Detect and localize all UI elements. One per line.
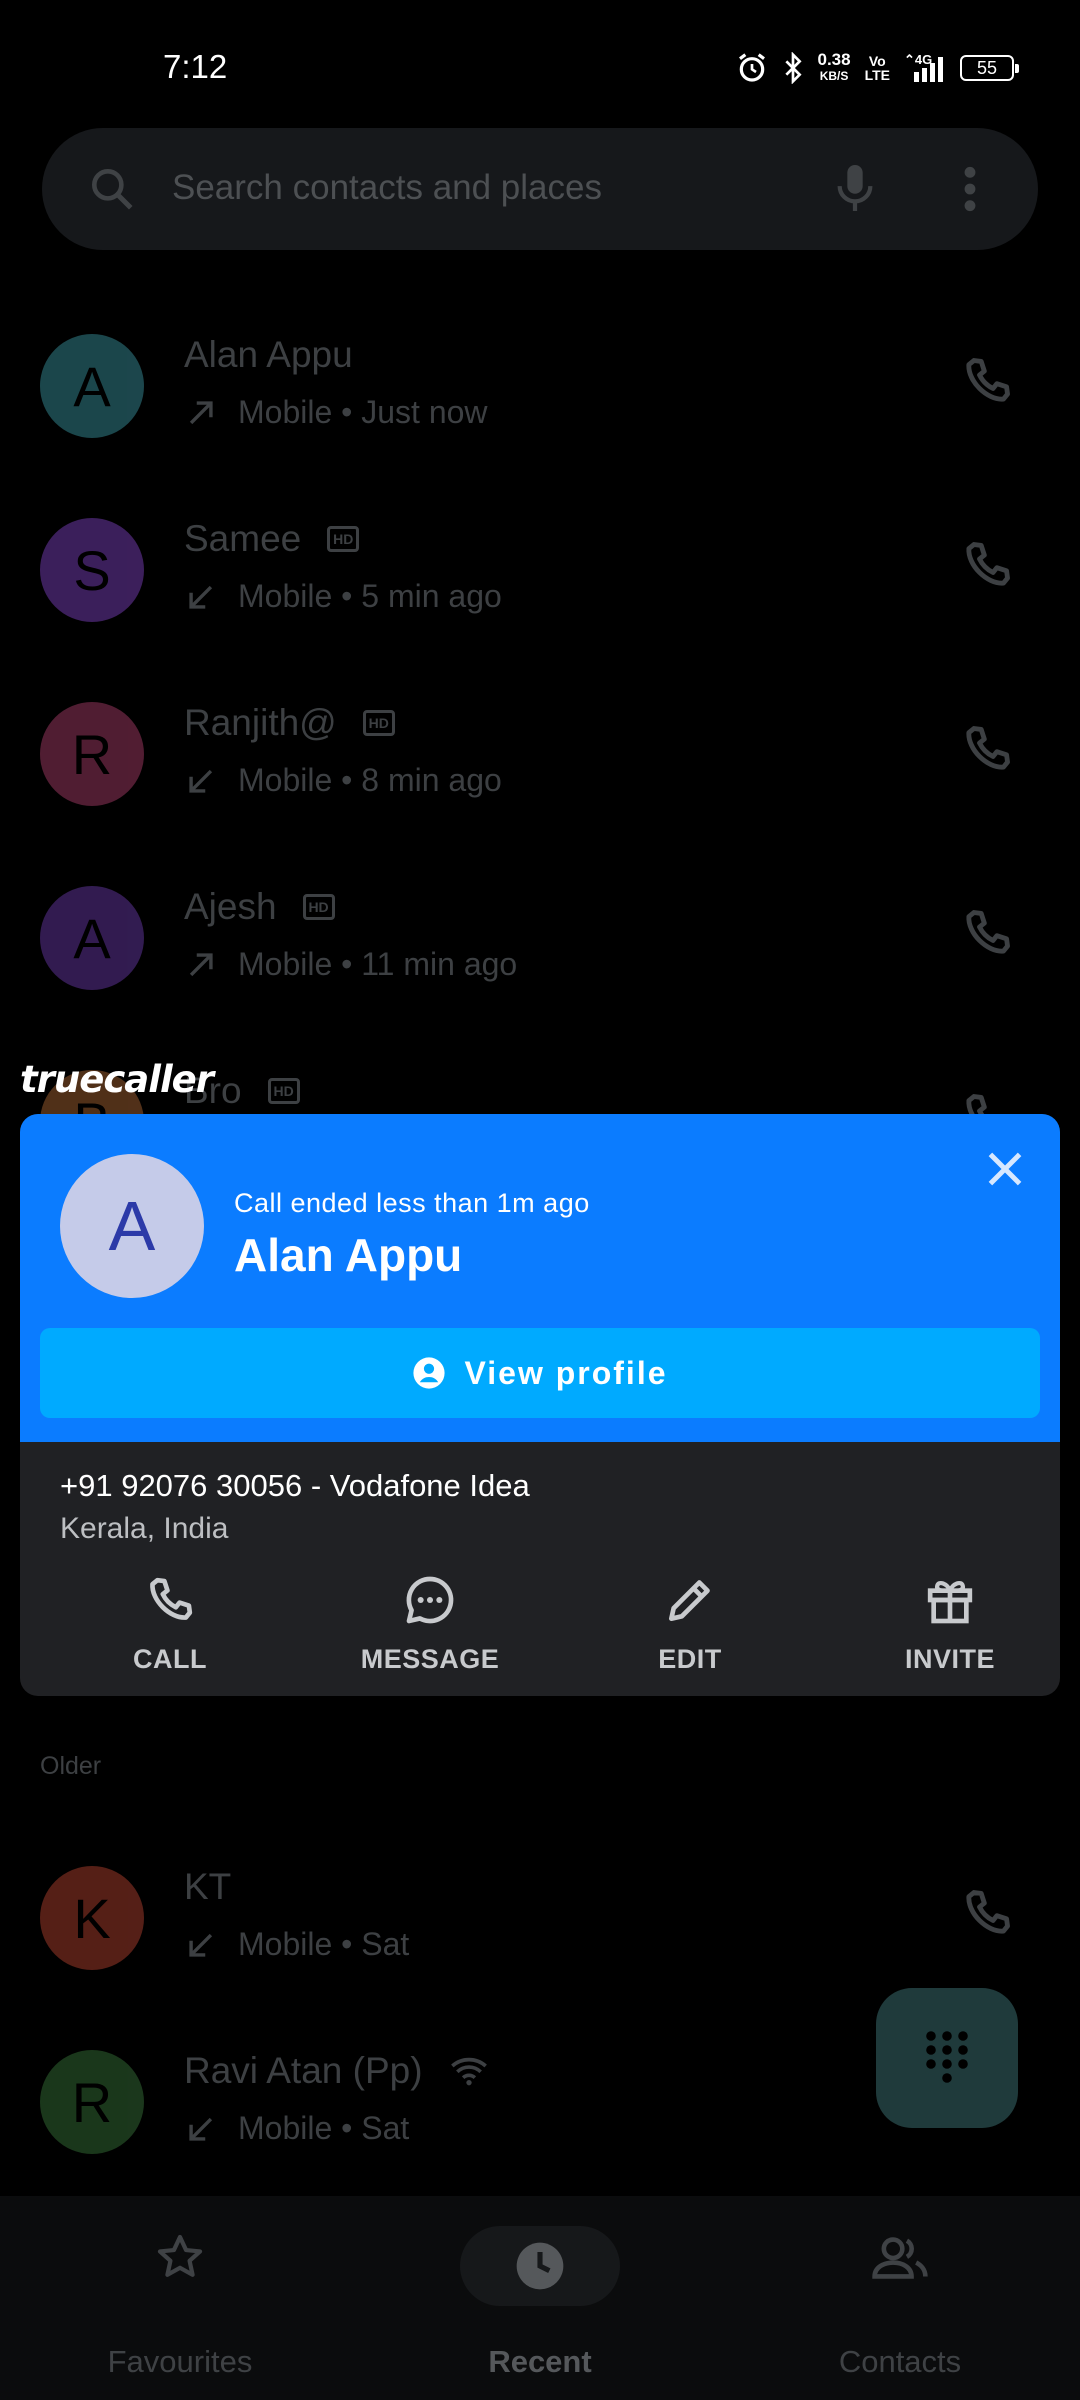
contact-name: Samee HD — [184, 518, 360, 560]
call-button[interactable]: CALL — [70, 1572, 270, 1682]
nav-label: Contacts — [838, 2344, 962, 2379]
nav-contacts[interactable]: Contacts — [720, 2196, 1080, 2400]
hd-icon: HD — [267, 1078, 300, 1104]
wifi-call-icon — [450, 2057, 487, 2086]
call-detail: Mobile • Sat — [184, 1926, 409, 1963]
avatar: A — [40, 886, 144, 990]
dialpad-icon — [926, 2031, 968, 2083]
truecaller-logo: truecaller — [20, 1058, 214, 1101]
call-detail: Mobile • Just now — [184, 394, 488, 431]
call-detail: Mobile • 8 min ago — [184, 762, 502, 799]
incoming-call-icon — [189, 769, 213, 793]
search-icon — [92, 169, 133, 210]
caller-actions: CALL MESSAGE EDIT INVITE — [20, 1572, 1060, 1682]
caller-header: A Call ended less than 1m ago Alan Appu … — [20, 1114, 1060, 1442]
call-row[interactable]: R Ranjith@ HD Mobile • 8 min ago — [0, 662, 1080, 846]
avatar: S — [40, 518, 144, 622]
incoming-call-icon — [189, 2117, 213, 2141]
nav-favourites[interactable]: Favourites — [0, 2196, 360, 2400]
outgoing-call-icon — [189, 400, 213, 424]
view-profile-label: View profile — [464, 1354, 668, 1391]
bottom-navigation: Favourites Recent Contacts — [0, 2196, 1080, 2400]
incoming-call-icon — [189, 585, 213, 609]
avatar: K — [40, 1866, 144, 1970]
dialpad-fab[interactable] — [876, 1988, 1018, 2128]
contact-name: Ravi Atan (Pp) — [184, 2050, 489, 2092]
phone-icon — [150, 1577, 193, 1620]
call-row[interactable]: S Samee HD Mobile • 5 min ago — [0, 478, 1080, 662]
search-bar[interactable]: Search contacts and places — [42, 128, 1038, 250]
people-icon — [872, 2237, 928, 2279]
call-detail: Mobile • 11 min ago — [184, 946, 517, 983]
contact-name: Alan Appu — [184, 334, 353, 375]
caller-number: +91 92076 30056 - Vodafone Idea — [60, 1468, 530, 1503]
phone-icon[interactable] — [958, 720, 1016, 778]
hd-icon: HD — [362, 710, 395, 736]
avatar: R — [40, 2050, 144, 2154]
incoming-call-icon — [189, 1933, 213, 1957]
view-profile-button[interactable]: View profile — [40, 1328, 1040, 1418]
phone-icon[interactable] — [958, 352, 1016, 410]
pencil-icon — [669, 1580, 710, 1621]
contact-name: Ranjith@ HD — [184, 702, 395, 744]
call-row[interactable]: A Alan Appu Mobile • Just now — [0, 294, 1080, 478]
edit-button[interactable]: EDIT — [590, 1572, 790, 1682]
message-button[interactable]: MESSAGE — [330, 1572, 530, 1682]
outgoing-call-icon — [189, 952, 213, 976]
contact-name: Ajesh HD — [184, 886, 335, 928]
phone-icon[interactable] — [958, 904, 1016, 962]
invite-label: INVITE — [904, 1644, 995, 1674]
star-icon — [157, 2234, 203, 2277]
mic-icon[interactable] — [832, 160, 878, 216]
nav-label: Recent — [488, 2344, 592, 2379]
contact-name: KT — [184, 1866, 232, 1907]
call-status: Call ended less than 1m ago — [234, 1188, 590, 1218]
caller-name: Alan Appu — [234, 1229, 463, 1281]
message-label: MESSAGE — [360, 1644, 500, 1674]
call-detail: Mobile • 5 min ago — [184, 578, 502, 615]
invite-button[interactable]: INVITE — [850, 1572, 1050, 1682]
more-options-icon[interactable] — [960, 164, 980, 214]
search-input[interactable]: Search contacts and places — [172, 168, 602, 208]
edit-label: EDIT — [658, 1644, 722, 1674]
hd-icon: HD — [302, 894, 335, 920]
clock-icon — [516, 2242, 564, 2290]
phone-icon[interactable] — [958, 536, 1016, 594]
hd-icon: HD — [327, 526, 360, 552]
section-header-older: Older — [40, 1752, 102, 1780]
caller-location: Kerala, India — [60, 1512, 229, 1545]
call-detail: Mobile • Sat — [184, 2110, 409, 2147]
call-row[interactable]: K KT Mobile • Sat — [0, 1826, 1080, 2010]
phone-icon[interactable] — [958, 1884, 1016, 1942]
avatar: R — [40, 702, 144, 806]
account-circle-icon — [413, 1357, 446, 1389]
call-row[interactable]: A Ajesh HD Mobile • 11 min ago — [0, 846, 1080, 1030]
message-icon — [406, 1576, 454, 1624]
call-label: CALL — [133, 1644, 207, 1674]
nav-recent[interactable]: Recent — [360, 2196, 720, 2400]
caller-avatar: A — [60, 1154, 204, 1298]
nav-label: Favourites — [107, 2344, 253, 2379]
gift-icon — [927, 1580, 973, 1624]
close-icon[interactable] — [980, 1144, 1030, 1194]
truecaller-card: A Call ended less than 1m ago Alan Appu … — [20, 1114, 1060, 1696]
avatar: A — [40, 334, 144, 438]
